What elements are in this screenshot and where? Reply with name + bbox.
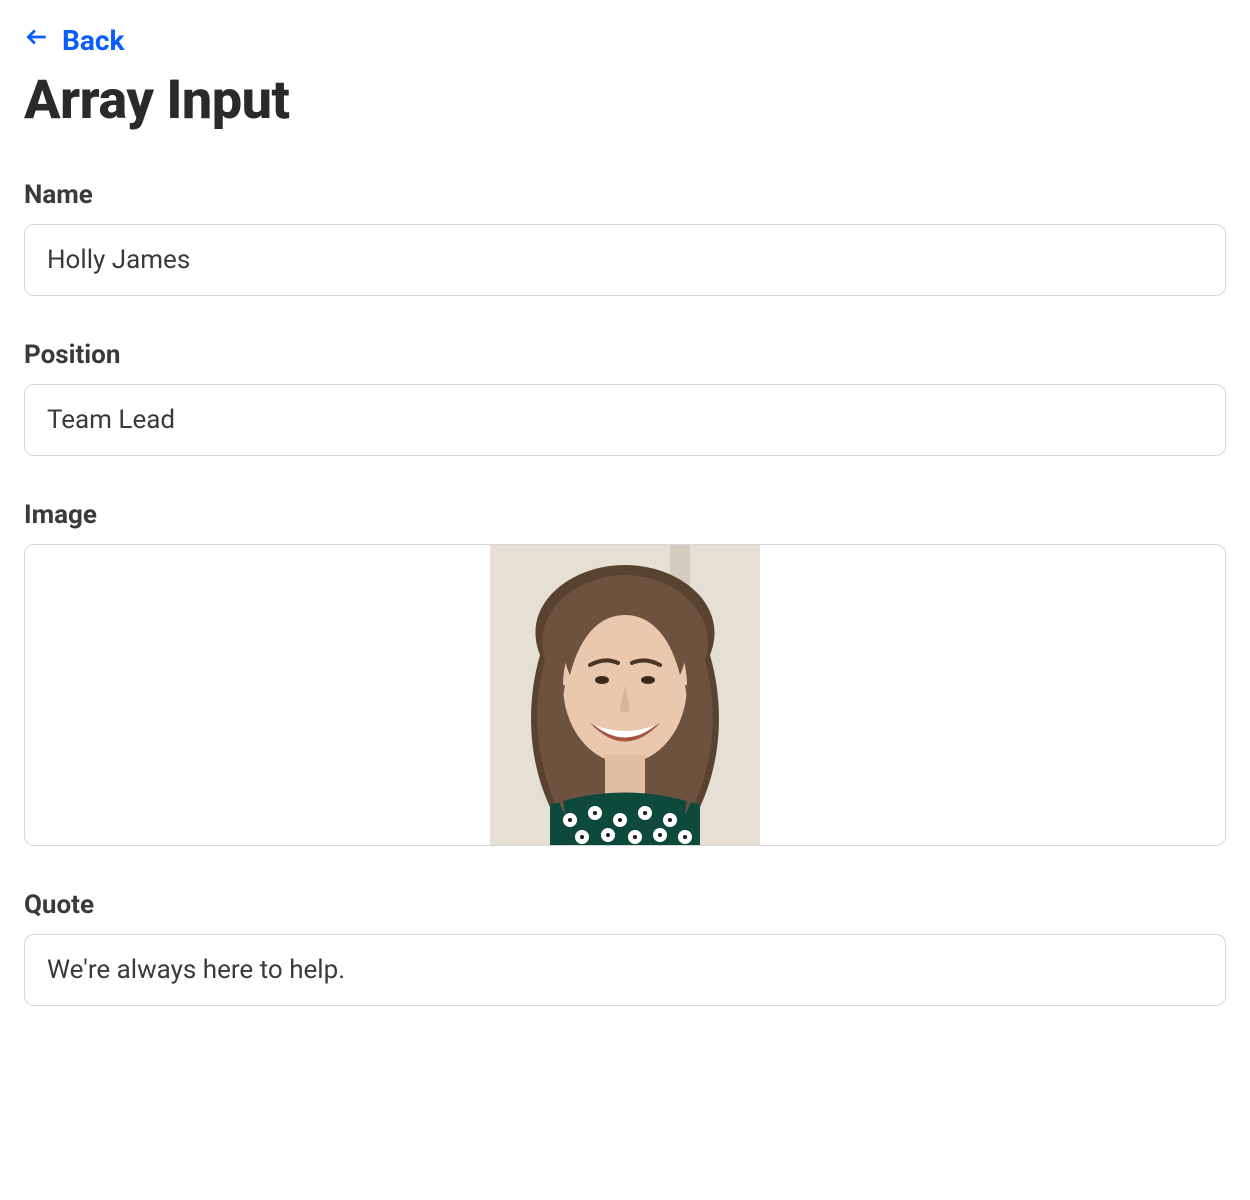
back-link[interactable]: Back (24, 24, 124, 57)
field-quote: Quote (24, 890, 1226, 1006)
position-label: Position (24, 340, 1226, 370)
field-name: Name (24, 180, 1226, 296)
page-title: Array Input (24, 69, 1226, 132)
quote-input[interactable] (24, 934, 1226, 1006)
field-image: Image (24, 500, 1226, 846)
quote-label: Quote (24, 890, 1226, 920)
portrait-image (490, 545, 760, 845)
arrow-left-icon (24, 24, 50, 57)
back-label: Back (62, 24, 124, 57)
position-input[interactable] (24, 384, 1226, 456)
name-input[interactable] (24, 224, 1226, 296)
image-upload-area[interactable] (24, 544, 1226, 846)
field-position: Position (24, 340, 1226, 456)
name-label: Name (24, 180, 1226, 210)
image-label: Image (24, 500, 1226, 530)
